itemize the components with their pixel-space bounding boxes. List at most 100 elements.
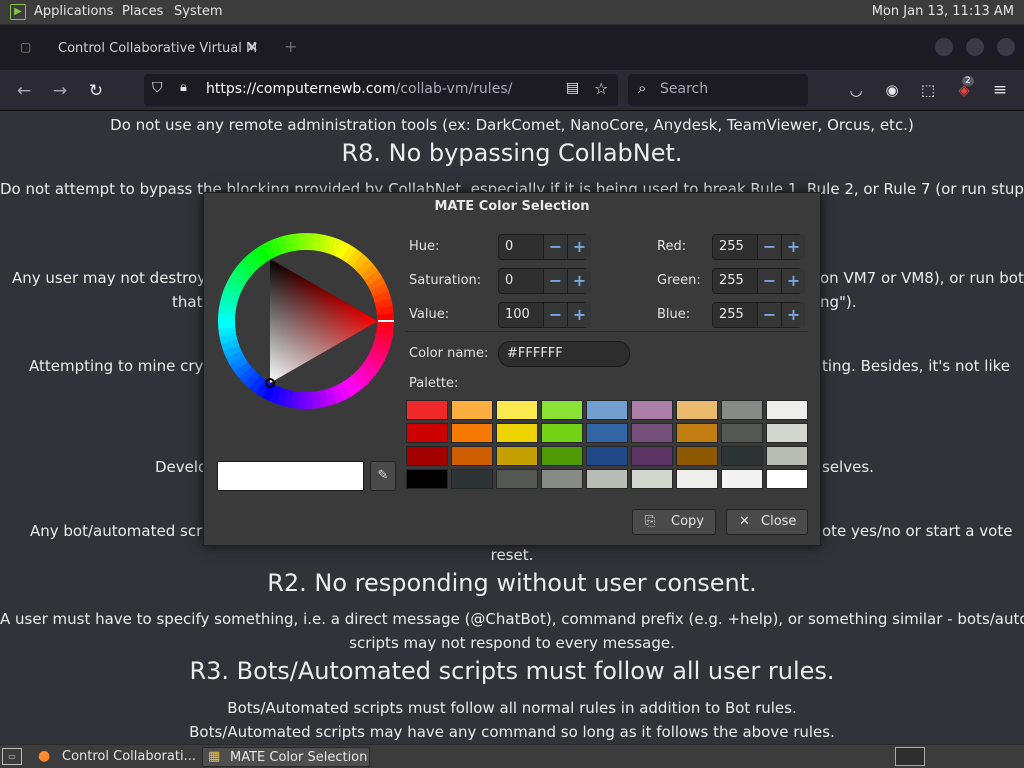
forward-arrow-icon[interactable]: →	[47, 78, 73, 104]
palette-swatch[interactable]	[631, 446, 673, 466]
minus-icon[interactable]: −	[757, 269, 781, 293]
saturation-spinbox[interactable]: 0 − +	[498, 268, 591, 294]
close-window-icon[interactable]	[997, 38, 1015, 56]
extensions-icon[interactable]: ⬚	[917, 79, 939, 101]
maximize-window-icon[interactable]	[966, 38, 984, 56]
palette-swatch[interactable]	[541, 423, 583, 443]
plus-icon[interactable]: +	[567, 269, 591, 293]
workspace-switcher[interactable]	[895, 747, 925, 766]
reader-view-icon[interactable]: ▤	[566, 80, 579, 96]
plus-icon[interactable]: +	[781, 269, 805, 293]
url-bar[interactable]: ⛉ 🔒︎ https://computernewb.com/collab-vm/…	[144, 74, 618, 106]
rule-text: ting. Besides, it's not like	[822, 357, 1011, 375]
saturation-label: Saturation:	[409, 273, 482, 288]
hamburger-menu-icon[interactable]: ≡	[989, 79, 1011, 101]
color-name-label: Color name:	[409, 346, 489, 361]
saturation-value[interactable]: 0	[505, 273, 513, 288]
plus-icon[interactable]: +	[781, 303, 805, 327]
clock[interactable]: Mon Jan 13, 11:13 AM	[872, 4, 1014, 19]
minus-icon[interactable]: −	[543, 269, 567, 293]
taskbar-item-color-selection[interactable]: ▦ MATE Color Selection	[202, 747, 370, 767]
lock-icon[interactable]: 🔒︎	[180, 80, 187, 95]
color-name-input[interactable]: #FFFFFF	[498, 341, 630, 367]
places-menu[interactable]: Places	[122, 4, 163, 19]
palette-swatch[interactable]	[586, 423, 628, 443]
search-bar[interactable]: ⌕ Search	[628, 74, 808, 106]
red-value[interactable]: 255	[719, 239, 744, 254]
minimize-window-icon[interactable]	[935, 38, 953, 56]
rule-text: reset.	[490, 546, 534, 564]
color-wheel[interactable]	[218, 233, 394, 409]
hue-spinbox[interactable]: 0 − +	[498, 234, 591, 260]
value-spinbox[interactable]: 100 − +	[498, 302, 591, 328]
copy-button[interactable]: ⎘ Copy	[632, 509, 716, 535]
palette-swatch[interactable]	[721, 423, 763, 443]
palette-swatch[interactable]	[766, 446, 808, 466]
blue-spinbox[interactable]: 255 − +	[712, 302, 805, 328]
value-value[interactable]: 100	[505, 307, 530, 322]
minus-icon[interactable]: −	[757, 235, 781, 259]
palette-swatch[interactable]	[451, 446, 493, 466]
color-name-value[interactable]: #FFFFFF	[507, 346, 563, 361]
palette-swatch[interactable]	[541, 400, 583, 420]
palette-swatch[interactable]	[676, 469, 718, 489]
green-spinbox[interactable]: 255 − +	[712, 268, 805, 294]
palette-swatch[interactable]	[496, 469, 538, 489]
plus-icon[interactable]: +	[567, 303, 591, 327]
palette-swatch[interactable]	[631, 423, 673, 443]
palette-swatch[interactable]	[496, 446, 538, 466]
browser-tab[interactable]: Control Collaborative Virtual M ✕	[8, 31, 266, 65]
palette-swatch[interactable]	[631, 400, 673, 420]
applications-menu[interactable]: Applications	[34, 4, 113, 19]
back-arrow-icon[interactable]: ←	[11, 78, 37, 104]
palette-swatch[interactable]	[766, 400, 808, 420]
color-wheel-graphic[interactable]	[218, 233, 394, 409]
green-value[interactable]: 255	[719, 273, 744, 288]
palette-swatch[interactable]	[766, 423, 808, 443]
eyedropper-button[interactable]: ✎	[370, 461, 396, 491]
palette-swatch[interactable]	[406, 423, 448, 443]
palette-swatch[interactable]	[451, 400, 493, 420]
show-desktop-icon[interactable]: ▭	[2, 748, 22, 765]
palette-swatch[interactable]	[676, 446, 718, 466]
palette-swatch[interactable]	[631, 469, 673, 489]
palette-swatch[interactable]	[496, 423, 538, 443]
palette-swatch[interactable]	[586, 400, 628, 420]
palette-swatch[interactable]	[406, 400, 448, 420]
shield-icon[interactable]: ⛉	[152, 80, 163, 96]
palette-swatch[interactable]	[586, 469, 628, 489]
palette-swatch[interactable]	[451, 423, 493, 443]
palette-swatch[interactable]	[406, 469, 448, 489]
hue-value[interactable]: 0	[505, 239, 513, 254]
palette-swatch[interactable]	[721, 400, 763, 420]
minus-icon[interactable]: −	[543, 235, 567, 259]
palette-swatch[interactable]	[721, 446, 763, 466]
plus-icon[interactable]: +	[567, 235, 591, 259]
palette-swatch[interactable]	[406, 446, 448, 466]
close-button[interactable]: ✕ Close	[726, 509, 808, 535]
bookmark-star-icon[interactable]: ☆	[594, 79, 608, 98]
pocket-icon[interactable]: ◡	[845, 79, 867, 101]
reload-icon[interactable]: ↻	[83, 78, 109, 104]
tab-close-icon[interactable]: ✕	[246, 38, 259, 56]
red-spinbox[interactable]: 255 − +	[712, 234, 805, 260]
blue-value[interactable]: 255	[719, 307, 744, 322]
system-menu[interactable]: System	[174, 4, 222, 19]
palette-swatch[interactable]	[721, 469, 763, 489]
palette-swatch[interactable]	[496, 400, 538, 420]
new-tab-icon[interactable]: +	[284, 37, 297, 56]
minus-icon[interactable]: −	[757, 303, 781, 327]
taskbar-item-browser[interactable]: ● Control Collaborati...	[32, 747, 198, 767]
palette-swatch[interactable]	[766, 469, 808, 489]
palette-swatch[interactable]	[676, 400, 718, 420]
palette-swatch[interactable]	[586, 446, 628, 466]
minus-icon[interactable]: −	[543, 303, 567, 327]
palette-swatch[interactable]	[676, 423, 718, 443]
tab-title: Control Collaborative Virtual M	[58, 41, 258, 56]
mate-menu-icon[interactable]: ▶	[10, 4, 26, 20]
plus-icon[interactable]: +	[781, 235, 805, 259]
palette-swatch[interactable]	[451, 469, 493, 489]
account-icon[interactable]: ◉	[881, 79, 903, 101]
palette-swatch[interactable]	[541, 446, 583, 466]
palette-swatch[interactable]	[541, 469, 583, 489]
